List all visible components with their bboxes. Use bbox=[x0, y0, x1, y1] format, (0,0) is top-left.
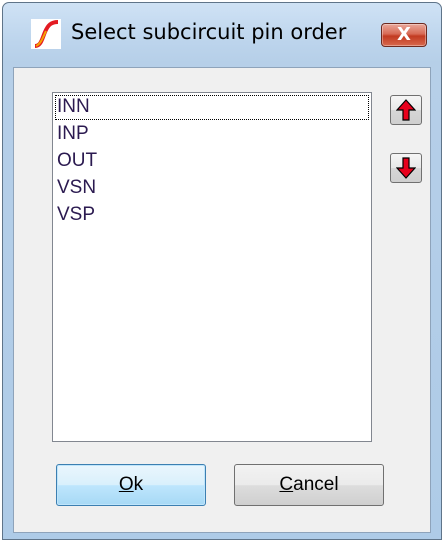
dialog-window: Select subcircuit pin order X INN INP OU… bbox=[2, 2, 442, 540]
pin-order-list[interactable]: INN INP OUT VSN VSP bbox=[52, 92, 372, 442]
list-item[interactable]: VSP bbox=[54, 202, 370, 229]
list-item[interactable]: VSN bbox=[54, 175, 370, 202]
close-button[interactable]: X bbox=[381, 23, 427, 47]
ok-button[interactable]: Ok bbox=[56, 464, 206, 506]
dialog-body: INN INP OUT VSN VSP Ok Cancel bbox=[13, 67, 431, 533]
cancel-button[interactable]: Cancel bbox=[234, 464, 384, 506]
ok-mnemonic: O bbox=[118, 474, 134, 495]
close-icon: X bbox=[397, 24, 411, 45]
list-item[interactable]: OUT bbox=[54, 148, 370, 175]
ok-label: k bbox=[133, 474, 144, 495]
move-down-button[interactable] bbox=[390, 153, 422, 183]
ltspice-logo-icon bbox=[31, 19, 61, 49]
dialog-title: Select subcircuit pin order bbox=[71, 20, 347, 44]
cancel-mnemonic: C bbox=[279, 474, 294, 495]
list-item[interactable]: INN bbox=[54, 94, 370, 121]
cancel-label: ancel bbox=[293, 474, 339, 495]
title-bar[interactable]: Select subcircuit pin order X bbox=[3, 3, 441, 61]
move-up-button[interactable] bbox=[390, 95, 422, 125]
list-item[interactable]: INP bbox=[54, 121, 370, 148]
